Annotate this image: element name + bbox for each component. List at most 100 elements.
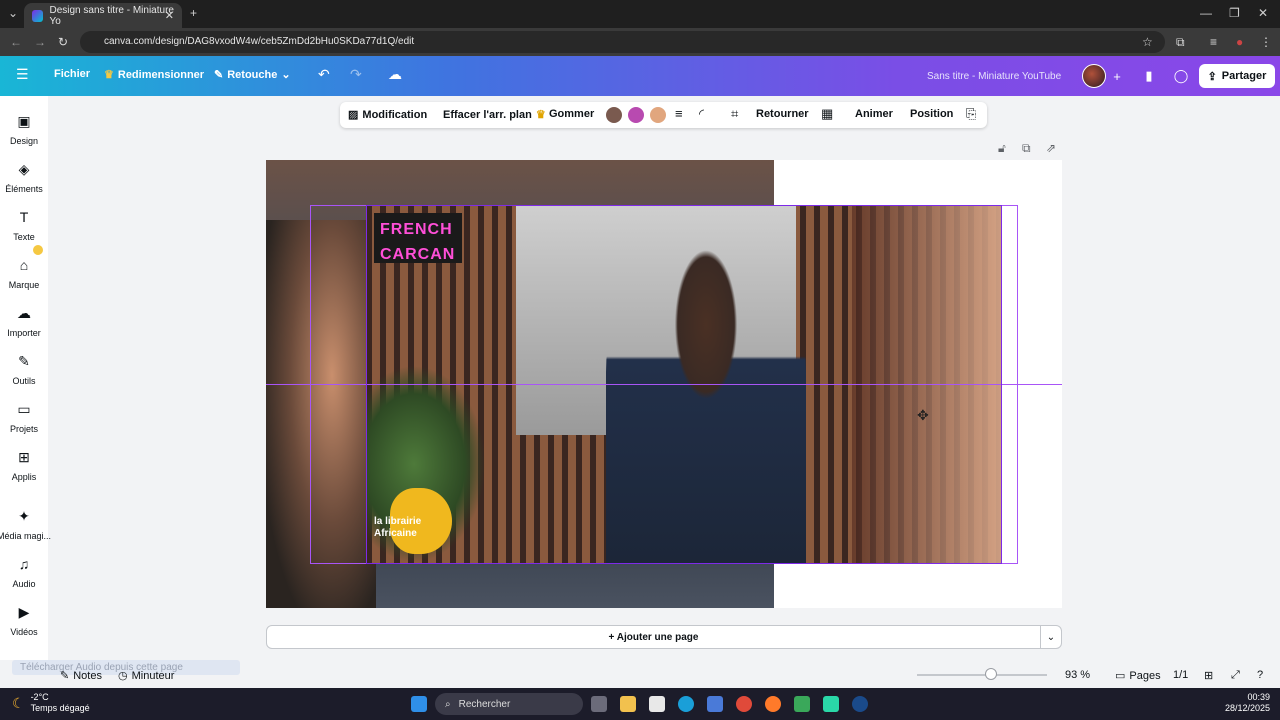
canva-favicon-icon xyxy=(32,9,44,22)
sidebar-item-tools[interactable]: ✎ Outils xyxy=(0,352,48,386)
undo-icon[interactable]: ↶ xyxy=(318,66,330,83)
weather-widget[interactable]: ☾ -2°C Temps dégagé xyxy=(12,692,90,714)
notepad-icon[interactable] xyxy=(649,696,665,712)
sidebar-item-uploads[interactable]: ☁ Importer xyxy=(0,304,48,338)
avatar[interactable] xyxy=(1082,64,1106,88)
browser-menu-icon[interactable]: ⋮ xyxy=(1260,35,1272,49)
sidebar-item-brand[interactable]: ⌂ Marque xyxy=(0,256,48,290)
duplicate-page-icon[interactable]: ⧉ xyxy=(1022,141,1031,156)
forward-icon[interactable]: → xyxy=(34,35,46,49)
text-icon: T xyxy=(19,209,29,225)
sidebar-item-text[interactable]: T Texte xyxy=(0,208,48,242)
bottom-bar: Télécharger Audio depuis cette page ✎ No… xyxy=(0,660,1280,688)
position-button[interactable]: Position xyxy=(910,108,953,120)
restore-icon[interactable]: ❐ xyxy=(1229,6,1240,20)
pages-icon: ▭ xyxy=(1115,670,1126,682)
edge-icon[interactable] xyxy=(678,696,694,712)
flip-button[interactable]: Retourner xyxy=(756,108,809,120)
transparency-icon[interactable]: ▦ xyxy=(821,106,833,122)
system-clock[interactable]: 00:39 28/12/2025 xyxy=(1225,692,1270,714)
lock-icon[interactable]: 🔓︎ xyxy=(998,141,1006,156)
remove-bg-label: Effacer l'arr. plan xyxy=(443,108,532,121)
zoom-slider[interactable] xyxy=(917,674,1047,676)
elements-icon: ◈ xyxy=(18,161,30,177)
corner-rounding-icon[interactable]: ◜ xyxy=(699,106,704,122)
zoom-level[interactable]: 93 % xyxy=(1065,669,1090,681)
sidebar-item-magic-media[interactable]: ✦ Média magi... xyxy=(0,507,52,541)
sidebar-item-elements[interactable]: ◈ Éléments xyxy=(0,160,48,194)
timer-label: Minuteur xyxy=(131,669,175,682)
music-note-icon: ♫ xyxy=(18,556,30,572)
store-icon[interactable] xyxy=(707,696,723,712)
sidebar-item-projects[interactable]: ▭ Projets xyxy=(0,400,48,434)
design-icon: ▣ xyxy=(17,113,31,129)
steam-icon[interactable] xyxy=(852,696,868,712)
notes-icon: ✎ xyxy=(60,670,70,682)
share-button[interactable]: ⇪ Partager xyxy=(1199,64,1275,88)
left-sidebar: ▣ Design ◈ Éléments T Texte ⌂ Marque ☁ I… xyxy=(0,96,52,688)
firefox-icon[interactable] xyxy=(765,696,781,712)
copy-style-icon[interactable]: ⎘ xyxy=(966,106,976,122)
help-icon[interactable]: ? xyxy=(1257,669,1263,681)
reload-icon[interactable]: ↻ xyxy=(58,35,68,49)
sidebar-label: Éléments xyxy=(5,184,43,194)
bookmark-star-icon[interactable]: ☆ xyxy=(1142,35,1153,49)
add-page-button[interactable]: + Ajouter une page xyxy=(266,625,1041,649)
add-collaborator-icon[interactable]: + xyxy=(1106,65,1128,87)
sidebar-item-apps[interactable]: ⊞ Applis xyxy=(0,448,48,482)
add-page-icon[interactable]: ⇗ xyxy=(1046,141,1056,155)
eraser-button[interactable]: Gommer xyxy=(549,108,594,120)
add-page-dropdown-icon[interactable]: ⌄ xyxy=(1040,625,1062,649)
sidebar-item-audio[interactable]: ♫ Audio xyxy=(0,555,48,589)
tab-list-icon[interactable]: ⌄ xyxy=(8,6,18,20)
pages-button[interactable]: ▭ Pages xyxy=(1115,669,1161,683)
window-close-icon[interactable]: ✕ xyxy=(1258,6,1268,20)
color-swatch-1[interactable] xyxy=(606,107,622,123)
browser-tab[interactable]: Design sans titre - Miniature Yo ✕ xyxy=(24,3,182,28)
file-explorer-icon[interactable] xyxy=(620,696,636,712)
fullscreen-icon[interactable]: ⤢ xyxy=(1231,669,1240,682)
insights-icon[interactable]: ▮ xyxy=(1138,65,1160,87)
url-field[interactable]: canva.com/design/DAG8vxodW4w/ceb5ZmDd2bH… xyxy=(80,31,1165,53)
media-icon[interactable]: ≡ xyxy=(1210,35,1217,49)
profile-icon[interactable]: ● xyxy=(1236,35,1243,49)
resize-button[interactable]: ♛ Redimensionner xyxy=(104,68,204,82)
windows-start-icon[interactable] xyxy=(411,696,427,712)
new-tab-icon[interactable]: + xyxy=(190,6,197,20)
sidebar-label: Média magi... xyxy=(0,531,52,541)
document-title[interactable]: Sans titre - Miniature YouTube xyxy=(927,71,1061,82)
clock-time: 00:39 xyxy=(1247,692,1270,702)
timer-button[interactable]: ◷ Minuteur xyxy=(118,669,175,683)
file-menu-button[interactable]: Fichier xyxy=(54,68,90,80)
app2-icon[interactable] xyxy=(823,696,839,712)
crown-icon: ♛ xyxy=(535,109,546,121)
back-icon[interactable]: ← xyxy=(10,35,22,49)
crop-icon[interactable]: ⌗ xyxy=(731,106,738,122)
app-icon[interactable] xyxy=(794,696,810,712)
task-view-icon[interactable] xyxy=(591,696,607,712)
cloud-save-icon[interactable]: ☁ xyxy=(388,66,402,83)
remove-background-button[interactable]: Effacer l'arr. plan ♛ xyxy=(443,108,546,122)
close-tab-icon[interactable]: ✕ xyxy=(165,9,174,22)
minimize-icon[interactable]: — xyxy=(1200,6,1212,20)
chrome-icon[interactable] xyxy=(736,696,752,712)
main-menu-icon[interactable]: ☰ xyxy=(16,66,29,83)
redo-icon[interactable]: ↷ xyxy=(350,66,362,83)
zoom-slider-handle[interactable] xyxy=(985,668,997,680)
comments-icon[interactable]: ◯ xyxy=(1170,65,1192,87)
modification-button[interactable]: ▨ Modification xyxy=(348,108,427,122)
border-style-icon[interactable]: ≡ xyxy=(675,106,683,121)
taskbar-search[interactable]: ⌕ Rechercher xyxy=(435,693,583,715)
sidebar-item-design[interactable]: ▣ Design xyxy=(0,112,48,146)
edit-image-icon: ▨ xyxy=(348,109,359,121)
extensions-icon[interactable]: ⧉ xyxy=(1176,35,1185,50)
notes-button[interactable]: ✎ Notes xyxy=(60,669,102,683)
grid-view-icon[interactable]: ⊞ xyxy=(1204,669,1213,682)
retouch-button[interactable]: ✎ Retouche ⌄ xyxy=(214,68,291,82)
animate-button[interactable]: Animer xyxy=(855,108,893,120)
design-canvas[interactable]: FRENCH CARCAN la librairie Africaine ✥ xyxy=(266,160,1062,608)
color-swatch-3[interactable] xyxy=(650,107,666,123)
color-swatch-2[interactable] xyxy=(628,107,644,123)
sidebar-item-videos[interactable]: ▶ Vidéos xyxy=(0,603,48,637)
windows-taskbar: ☾ -2°C Temps dégagé ⌕ Rechercher 00:39 2… xyxy=(0,688,1280,720)
